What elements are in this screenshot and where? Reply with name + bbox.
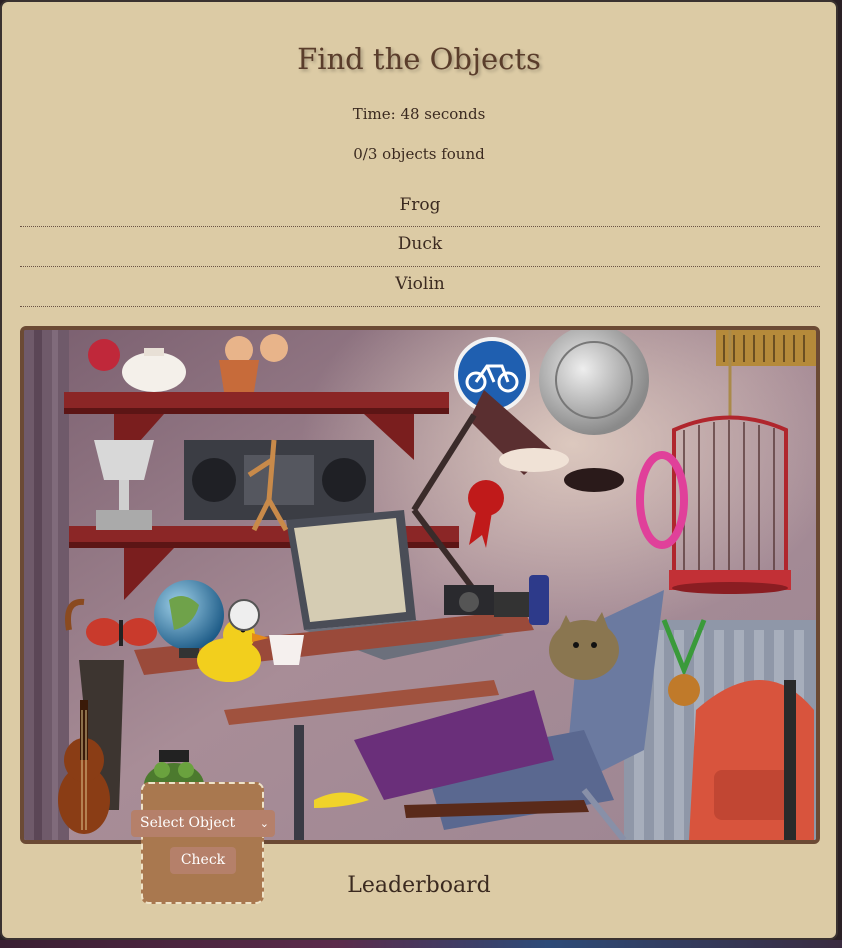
leaderboard-title: Leaderboard <box>347 873 491 898</box>
object-select[interactable]: Select Object ⌄ <box>131 810 275 837</box>
scene-illustration <box>24 330 816 840</box>
object-item-violin: Violin <box>20 267 820 307</box>
hidden-object-scene[interactable] <box>20 326 820 844</box>
object-list: Frog Duck Violin <box>20 188 820 307</box>
backpack <box>689 680 814 840</box>
chevron-down-icon: ⌄ <box>259 817 269 830</box>
object-item-frog: Frog <box>20 188 820 227</box>
timer-text: Time: 48 seconds <box>352 105 486 123</box>
mobile-phone <box>529 575 549 625</box>
page-title: Find the Objects <box>297 42 541 76</box>
taskbar <box>0 940 842 948</box>
tea-cup <box>269 635 304 665</box>
game-panel: Find the Objects Time: 48 seconds 0/3 ob… <box>0 0 838 940</box>
alarm-clock <box>228 599 260 631</box>
progress-text: 0/3 objects found <box>353 145 485 163</box>
stereo <box>184 440 374 520</box>
object-item-duck: Duck <box>20 227 820 267</box>
mask <box>564 468 624 492</box>
butterfly <box>86 618 157 646</box>
check-button[interactable]: Check <box>170 847 236 874</box>
object-select-label: Select Object <box>140 815 236 831</box>
